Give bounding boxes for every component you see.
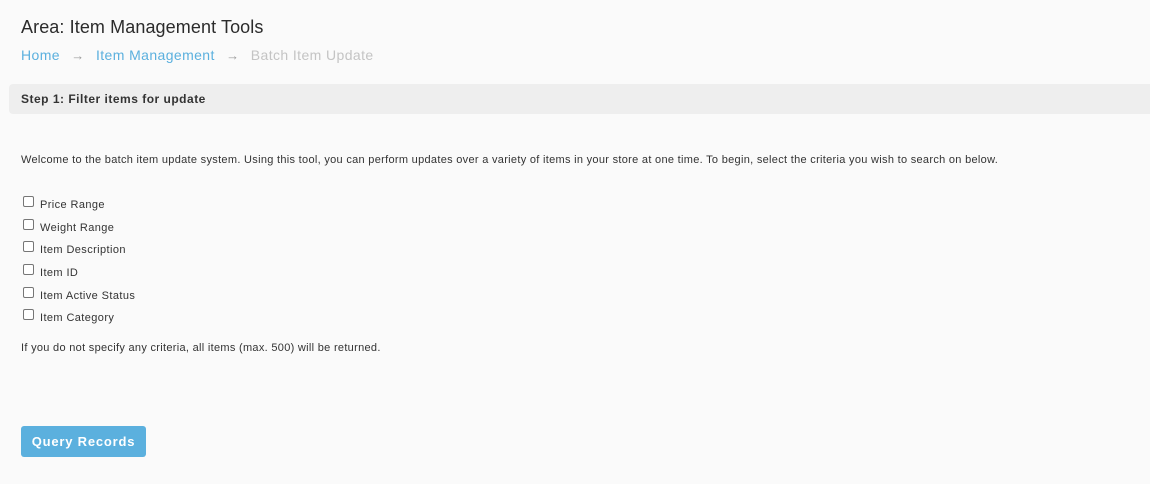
criteria-list: Price Range Weight Range Item Descriptio… [23, 192, 135, 328]
intro-text: Welcome to the batch item update system.… [21, 154, 999, 166]
criteria-item-item-description[interactable]: Item Description [23, 237, 135, 260]
weight-range-checkbox[interactable] [23, 218, 34, 230]
criteria-item-item-category[interactable]: Item Category [23, 305, 135, 328]
query-records-button[interactable]: Query Records [21, 426, 146, 457]
criteria-label: Item Active Status [40, 289, 136, 302]
criteria-label: Weight Range [40, 221, 115, 234]
criteria-label: Item ID [40, 267, 79, 280]
criteria-item-item-id[interactable]: Item ID [23, 260, 135, 283]
page: Area: Item Management Tools Home → Item … [0, 0, 1150, 484]
breadcrumb-arrow-icon: → [71, 48, 85, 63]
criteria-item-item-active-status[interactable]: Item Active Status [23, 282, 135, 305]
criteria-item-price-range[interactable]: Price Range [23, 192, 135, 215]
price-range-checkbox[interactable] [23, 196, 34, 208]
item-id-checkbox[interactable] [23, 264, 34, 276]
criteria-item-weight-range[interactable]: Weight Range [23, 215, 135, 238]
item-active-status-checkbox[interactable] [23, 286, 34, 298]
area-title: Area: Item Management Tools [21, 17, 264, 37]
item-category-checkbox[interactable] [23, 309, 34, 321]
breadcrumb-arrow-icon: → [226, 48, 240, 63]
criteria-label: Price Range [40, 199, 105, 212]
item-description-checkbox[interactable] [23, 241, 34, 253]
breadcrumb-current: Batch Item Update [250, 47, 374, 63]
criteria-label: Item Category [40, 312, 115, 325]
breadcrumb: Home → Item Management → Batch Item Upda… [21, 47, 374, 63]
breadcrumb-item-management-link[interactable]: Item Management [96, 47, 215, 63]
breadcrumb-home-link[interactable]: Home [21, 47, 60, 63]
criteria-label: Item Description [40, 244, 126, 257]
step-header: Step 1: Filter items for update [9, 84, 1150, 114]
criteria-note: If you do not specify any criteria, all … [21, 342, 381, 354]
